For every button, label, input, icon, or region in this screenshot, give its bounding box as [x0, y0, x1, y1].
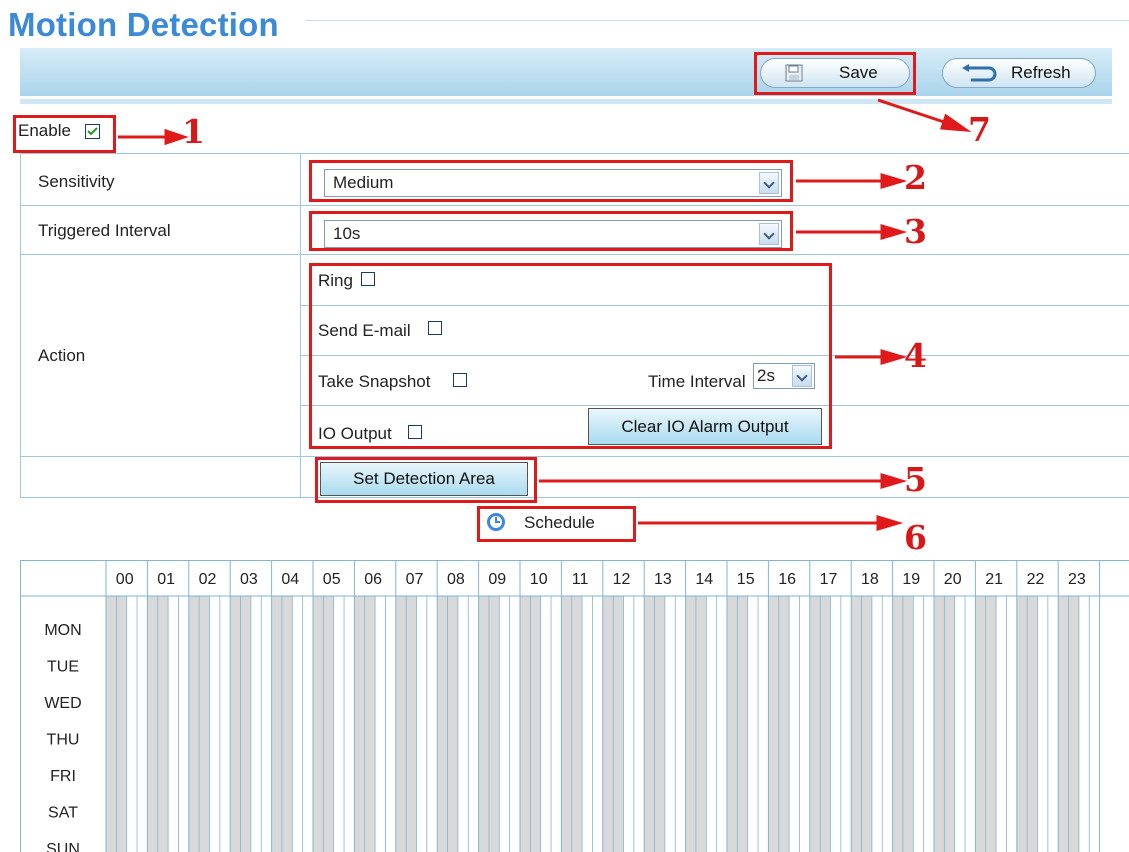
schedule-day-label: TUE: [47, 659, 79, 676]
schedule-hour-label: 02: [199, 571, 217, 588]
schedule-hour-label: 05: [323, 571, 341, 588]
schedule-grid[interactable]: 00 01 02 03 04 05 06 07 08 09 10 11 12 13 14 15 16 17 18 19…: [20, 560, 1129, 852]
schedule-day-label: FRI: [50, 768, 76, 785]
schedule-hour-label: 23: [1068, 571, 1086, 588]
schedule-hour-label: 21: [985, 571, 1003, 588]
annotation-number-3: 3: [904, 212, 927, 251]
schedule-day-label: WED: [44, 695, 81, 712]
schedule-hour-label: 09: [488, 571, 506, 588]
schedule-day-label: SUN: [46, 841, 80, 852]
schedule-day-label: SAT: [48, 805, 78, 822]
annotation-number-2: 2: [904, 158, 927, 197]
schedule-hour-label: 10: [530, 571, 548, 588]
schedule-hour-label: 14: [695, 571, 713, 588]
annotation-number-4: 4: [904, 336, 927, 375]
schedule-hour-label: 18: [861, 571, 879, 588]
schedule-hour-label: 20: [944, 571, 962, 588]
annotation-number-6: 6: [904, 518, 927, 557]
schedule-hour-label: 00: [116, 571, 134, 588]
schedule-hour-label: 19: [902, 571, 920, 588]
schedule-day-label: MON: [44, 622, 81, 639]
schedule-hour-label: 16: [778, 571, 796, 588]
annotation-number-1: 1: [182, 112, 205, 151]
schedule-hour-label: 04: [281, 571, 299, 588]
schedule-hour-label: 12: [613, 571, 631, 588]
schedule-hour-label: 17: [820, 571, 838, 588]
schedule-day-label: THU: [47, 732, 80, 749]
schedule-hour-label: 22: [1027, 571, 1045, 588]
annotation-number-7: 7: [968, 110, 991, 149]
schedule-hour-label: 06: [364, 571, 382, 588]
schedule-hour-label: 13: [654, 571, 672, 588]
schedule-hour-label: 01: [157, 571, 175, 588]
schedule-hour-label: 07: [406, 571, 424, 588]
schedule-hour-label: 15: [737, 571, 755, 588]
schedule-hour-label: 03: [240, 571, 258, 588]
schedule-hour-label: 08: [447, 571, 465, 588]
schedule-hour-label: 11: [572, 571, 589, 588]
annotation-number-5: 5: [904, 460, 927, 499]
